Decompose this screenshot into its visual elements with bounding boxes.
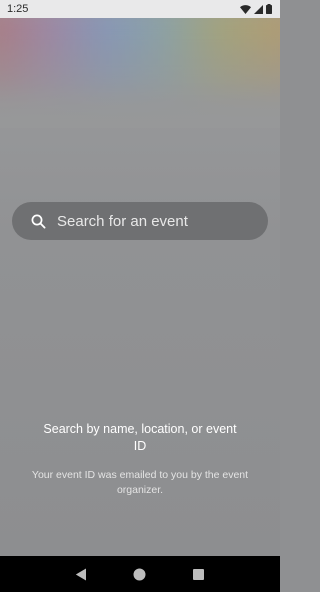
cellular-signal-icon [254,4,263,14]
home-button[interactable] [130,564,150,584]
battery-icon [266,4,272,14]
navigation-bar [0,556,280,592]
search-input[interactable]: Search for an event [12,202,268,240]
recents-button[interactable] [189,564,209,584]
status-bar: 1:25 [0,0,280,18]
wifi-icon [240,4,251,14]
help-subtitle: Your event ID was emailed to you by the … [31,469,249,496]
status-time: 1:25 [7,3,29,15]
help-title: Search by name, location, or event ID [43,422,237,453]
back-button[interactable] [71,564,91,584]
search-icon [31,214,46,229]
search-placeholder: Search for an event [57,212,188,230]
home-icon [133,568,146,581]
header-fade [0,18,280,128]
recents-icon [193,568,205,580]
status-icons [240,4,272,14]
back-icon [75,568,87,581]
